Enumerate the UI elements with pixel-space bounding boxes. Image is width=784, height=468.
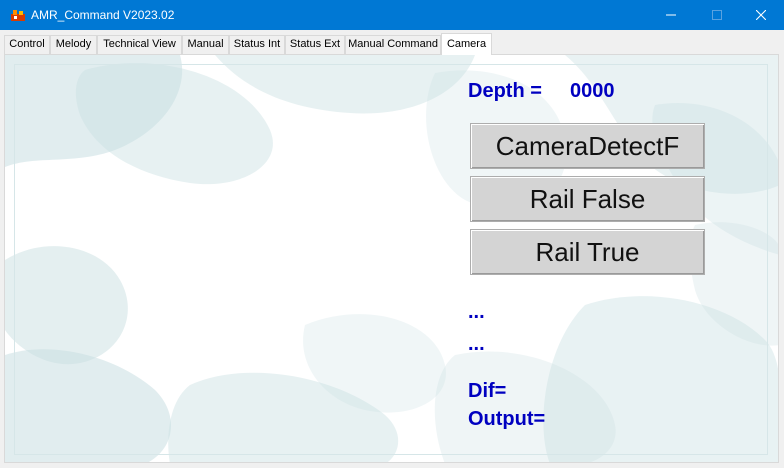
maximize-icon	[712, 10, 722, 20]
close-button[interactable]	[738, 0, 784, 30]
rail-false-button[interactable]: Rail False	[470, 176, 705, 222]
depth-value: 0000	[570, 80, 615, 102]
output-label: Output=	[468, 408, 546, 430]
tab-status-int[interactable]: Status Int	[229, 35, 285, 54]
rail-true-button[interactable]: Rail True	[470, 229, 705, 275]
close-icon	[756, 10, 766, 20]
tab-manual[interactable]: Manual	[182, 35, 229, 54]
tab-camera[interactable]: Camera	[441, 33, 492, 55]
status-label-1: ...	[468, 301, 485, 323]
camera-detect-button[interactable]: CameraDetectF	[470, 123, 705, 169]
dif-label: Dif=	[468, 380, 507, 402]
title-bar[interactable]: AMR_Command V2023.02	[0, 0, 784, 30]
camera-tab-panel: Depth = 0000 CameraDetectF Rail False Ra…	[4, 54, 779, 463]
tab-technical-view[interactable]: Technical View	[97, 35, 182, 54]
maximize-button[interactable]	[694, 0, 740, 30]
status-label-2: ...	[468, 333, 485, 355]
tab-control[interactable]: Control	[4, 35, 50, 54]
minimize-button[interactable]	[648, 0, 694, 30]
minimize-icon	[666, 14, 676, 16]
tab-manual-command[interactable]: Manual Command	[345, 35, 441, 54]
tab-strip: Control Melody Technical View Manual Sta…	[4, 33, 780, 55]
tab-status-ext[interactable]: Status Ext	[285, 35, 345, 54]
tab-melody[interactable]: Melody	[50, 35, 97, 54]
depth-label: Depth =	[468, 80, 542, 102]
app-icon	[11, 10, 25, 21]
window-title: AMR_Command V2023.02	[31, 8, 175, 22]
